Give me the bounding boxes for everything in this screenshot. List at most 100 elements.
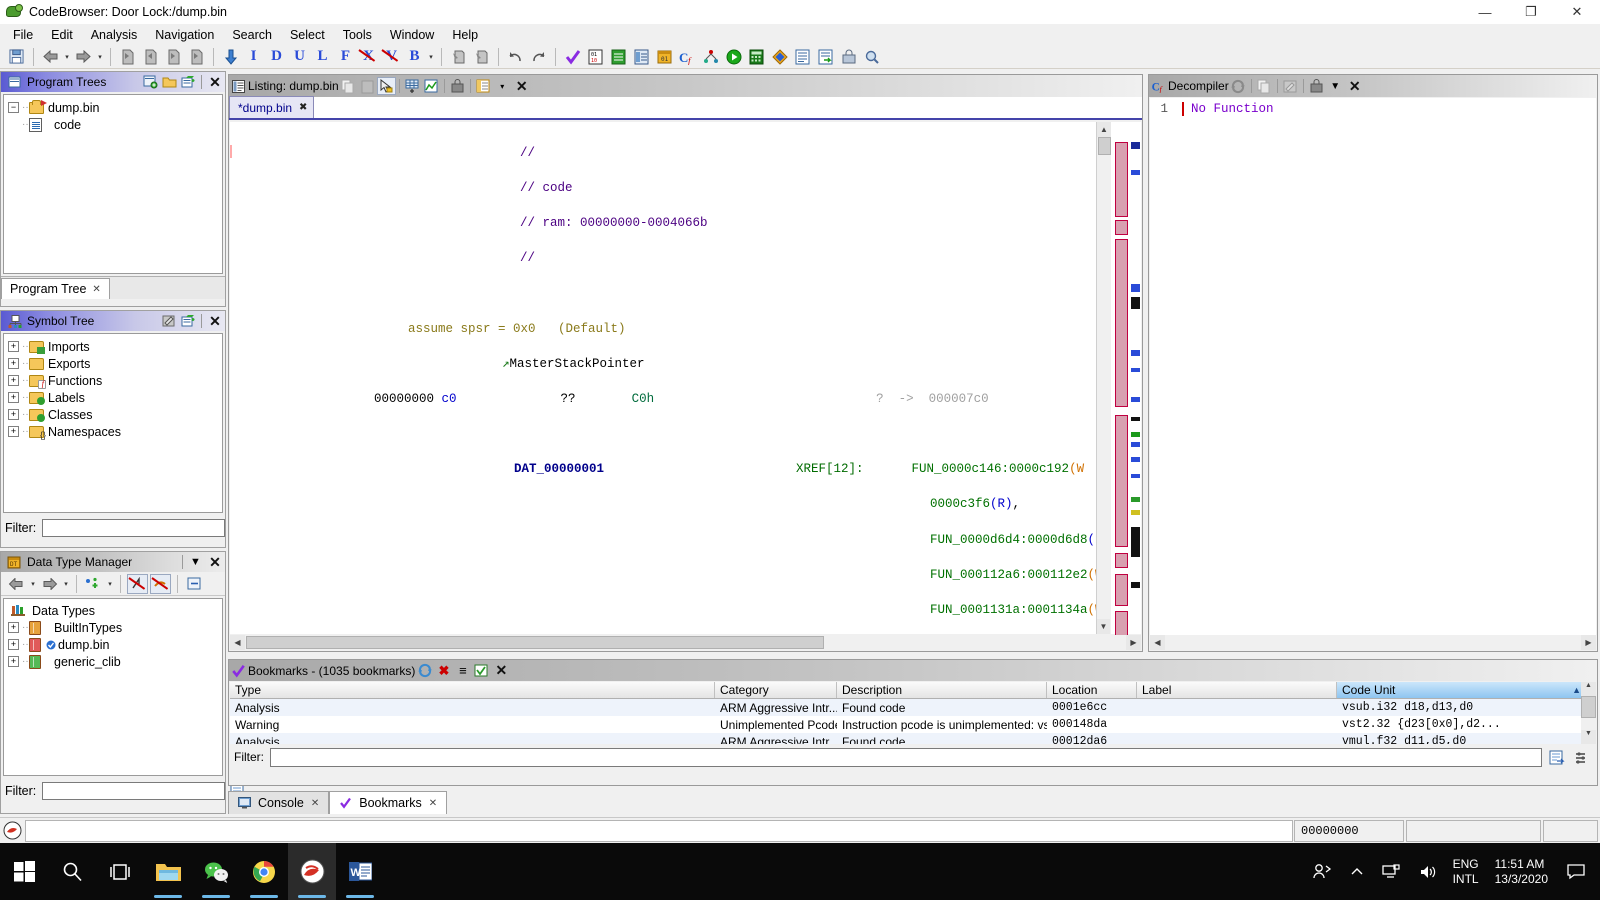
- clock[interactable]: 11:51 AM 13/3/2020: [1485, 857, 1558, 887]
- menu-tools[interactable]: Tools: [334, 26, 381, 44]
- paste-special-icon[interactable]: [140, 47, 161, 67]
- marker-block[interactable]: [1115, 611, 1128, 637]
- data-filter-icon[interactable]: D: [266, 47, 287, 67]
- paste-icon[interactable]: [358, 77, 377, 95]
- table-row[interactable]: Analysis ARM Aggressive Intr... Found co…: [230, 699, 1596, 716]
- chrome-button[interactable]: [240, 843, 288, 900]
- expand-toggle-icon[interactable]: +: [8, 375, 19, 386]
- data-type-manager-filter-input[interactable]: [42, 782, 226, 800]
- close-symbol-tree-button[interactable]: ✕: [205, 313, 225, 330]
- symbol-node-labels[interactable]: + ·· Labels: [4, 389, 222, 406]
- new-tree-icon[interactable]: [179, 73, 198, 91]
- redo-icon[interactable]: [528, 47, 549, 67]
- data-type-manager-menu-button[interactable]: ▼: [186, 553, 205, 571]
- menu-file[interactable]: File: [4, 26, 42, 44]
- expand-toggle-icon[interactable]: +: [8, 392, 19, 403]
- copy-special-icon[interactable]: [117, 47, 138, 67]
- scroll-thumb[interactable]: [1581, 696, 1596, 718]
- scroll-right-icon[interactable]: ▶: [1581, 635, 1596, 650]
- refresh-bookmarks-icon[interactable]: [415, 662, 434, 680]
- close-program-trees-button[interactable]: ✕: [205, 74, 225, 91]
- dtm-back-dropdown-icon[interactable]: ▾: [28, 580, 38, 588]
- no-xref-filter-icon[interactable]: X: [358, 47, 379, 67]
- column-header-label[interactable]: Label: [1137, 682, 1337, 698]
- scroll-left-icon[interactable]: ◀: [230, 635, 245, 650]
- menu-help[interactable]: Help: [443, 26, 487, 44]
- scroll-left-icon[interactable]: ◀: [1150, 635, 1165, 650]
- search-button[interactable]: [48, 843, 96, 900]
- copy-decompile-icon[interactable]: [1255, 77, 1274, 95]
- memory-map-icon[interactable]: [608, 47, 629, 67]
- scroll-thumb[interactable]: [1098, 137, 1111, 155]
- task-view-button[interactable]: [96, 843, 144, 900]
- close-button[interactable]: ✕: [1554, 0, 1600, 24]
- filter-dropdown-icon[interactable]: ▾: [426, 53, 436, 61]
- scroll-down-icon[interactable]: ▼: [1097, 619, 1110, 634]
- decompiler-body[interactable]: 1 No Function: [1150, 98, 1596, 635]
- expand-toggle-icon[interactable]: +: [8, 358, 19, 369]
- column-header-description[interactable]: Description: [837, 682, 1047, 698]
- marker-block[interactable]: [1115, 574, 1128, 606]
- undefined-filter-icon[interactable]: U: [289, 47, 310, 67]
- add-field-icon[interactable]: [403, 77, 422, 95]
- marker-block[interactable]: [1115, 553, 1128, 568]
- symbol-tree-filter-input[interactable]: [42, 519, 226, 537]
- menu-edit[interactable]: Edit: [42, 26, 82, 44]
- bookmarks-vertical-scrollbar[interactable]: ▲ ▼: [1581, 682, 1596, 744]
- create-folder-icon[interactable]: [141, 73, 160, 91]
- bookmark-filter-icon[interactable]: B: [404, 47, 425, 67]
- expand-toggle-icon[interactable]: −: [8, 102, 19, 113]
- listing-navigation-markers[interactable]: [1111, 122, 1141, 637]
- dtm-node-dump-bin[interactable]: + ·· dump.bin: [4, 636, 222, 653]
- listing-code-area[interactable]: // // code // ram: 00000000-0004066b // …: [230, 122, 1141, 634]
- close-data-type-manager-button[interactable]: ✕: [205, 554, 225, 571]
- marker-block[interactable]: [1115, 415, 1128, 547]
- ghidra-status-icon[interactable]: [0, 819, 24, 843]
- expand-toggle-icon[interactable]: +: [8, 341, 19, 352]
- symbol-node-imports[interactable]: + ·· Imports: [4, 338, 222, 355]
- symbol-node-functions[interactable]: + ·· f Functions: [4, 372, 222, 389]
- function-filter-icon[interactable]: F: [335, 47, 356, 67]
- edit-decompile-icon[interactable]: [1281, 77, 1300, 95]
- maximize-button[interactable]: ❐: [1508, 0, 1554, 24]
- show-hidden-icons-icon[interactable]: [1341, 866, 1373, 878]
- table-row[interactable]: Warning Unimplemented Pcode Instruction …: [230, 716, 1596, 733]
- tab-program-tree[interactable]: Program Tree ✕: [1, 278, 110, 299]
- column-header-code-unit[interactable]: Code Unit ▲: [1337, 682, 1587, 698]
- menu-search[interactable]: Search: [223, 26, 281, 44]
- marker-block[interactable]: [1115, 239, 1128, 407]
- tab-console[interactable]: Console ✕: [228, 791, 330, 814]
- filter-settings-icon[interactable]: [1572, 748, 1592, 766]
- wechat-button[interactable]: [192, 843, 240, 900]
- tab-bookmarks[interactable]: Bookmarks ✕: [329, 791, 448, 814]
- start-button[interactable]: [0, 843, 48, 900]
- export-program-icon[interactable]: [815, 47, 836, 67]
- calculator-icon[interactable]: [746, 47, 767, 67]
- back-dropdown-icon[interactable]: ▾: [62, 53, 72, 61]
- dtm-node-generic-clib[interactable]: + ·· generic_clib: [4, 653, 222, 670]
- search-memory-icon[interactable]: [861, 47, 882, 67]
- close-bookmarks-button[interactable]: ✕: [491, 662, 511, 679]
- scroll-up-icon[interactable]: ▲: [1097, 122, 1111, 137]
- export-view-icon[interactable]: [186, 47, 207, 67]
- listing-horizontal-scrollbar[interactable]: ◀ ▶: [230, 635, 1141, 650]
- save-icon[interactable]: [6, 47, 27, 67]
- people-icon[interactable]: [1304, 863, 1341, 880]
- function-call-graph-icon[interactable]: [700, 47, 721, 67]
- snapshot-listing-icon[interactable]: [448, 77, 467, 95]
- menu-window[interactable]: Window: [381, 26, 443, 44]
- volume-icon[interactable]: [1410, 864, 1447, 880]
- menu-select[interactable]: Select: [281, 26, 334, 44]
- menu-navigation[interactable]: Navigation: [146, 26, 223, 44]
- dtm-filter-arrays-icon[interactable]: [150, 573, 171, 594]
- bookmarks-table[interactable]: Type Category Description Location Label…: [230, 682, 1596, 744]
- dtm-filter-pointers-icon[interactable]: [127, 573, 148, 594]
- symbol-node-namespaces[interactable]: + ·· {} Namespaces: [4, 423, 222, 440]
- dtm-node-builtintypes[interactable]: + ·· BuiltInTypes: [4, 619, 222, 636]
- close-decompiler-button[interactable]: ✕: [1345, 78, 1365, 95]
- refresh-decompile-icon[interactable]: [1229, 77, 1248, 95]
- listing-dropdown-icon[interactable]: ▾: [493, 77, 512, 95]
- decompiler-icon[interactable]: Cf: [677, 47, 698, 67]
- filter-options-icon[interactable]: [1547, 748, 1567, 766]
- hscroll-thumb[interactable]: [246, 636, 824, 649]
